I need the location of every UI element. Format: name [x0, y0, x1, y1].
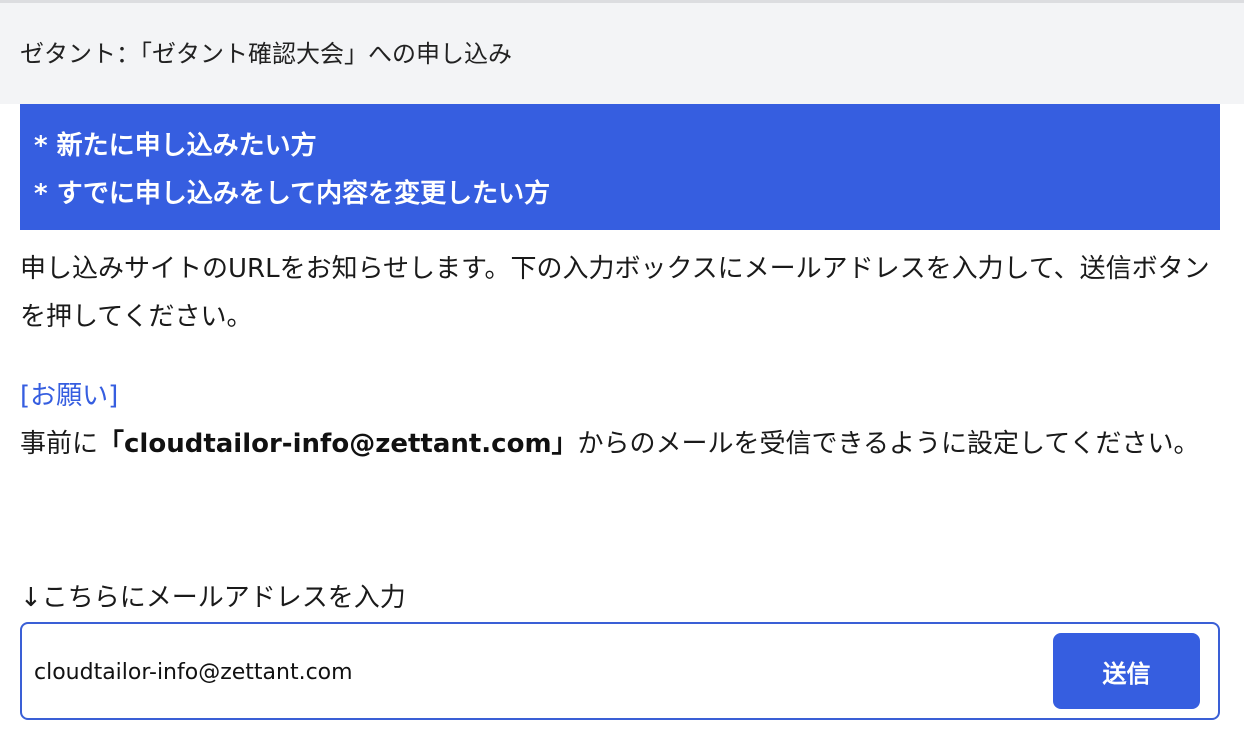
intro-text: 申し込みサイトのURLをお知らせします。下の入力ボックスにメールアドレスを入力し… [20, 254, 1210, 332]
email-input[interactable] [34, 646, 1034, 698]
page-title: ゼタント：「ゼタント確認大会」への申し込み [20, 40, 512, 68]
request-prefix: 事前に [20, 429, 99, 459]
banner-line-new: * 新たに申し込みたい方 [34, 131, 317, 161]
request-label: [お願い] [20, 381, 119, 411]
email-field-label: ↓こちらにメールアドレスを入力 [20, 583, 406, 613]
submit-button[interactable]: 送信 [1053, 633, 1200, 709]
info-banner: * 新たに申し込みたい方 * すでに申し込みをして内容を変更したい方 [20, 104, 1220, 230]
request-suffix: からのメールを受信できるように設定してください。 [577, 429, 1200, 459]
page-header: ゼタント：「ゼタント確認大会」への申し込み [0, 3, 1244, 104]
request-email: 「cloudtailor-info@zettant.com」 [98, 429, 578, 459]
request-text: 事前に「cloudtailor-info@zettant.com」からのメールを… [20, 420, 1224, 468]
email-form: 送信 [20, 622, 1220, 720]
banner-line-change: * すでに申し込みをして内容を変更したい方 [34, 179, 551, 209]
